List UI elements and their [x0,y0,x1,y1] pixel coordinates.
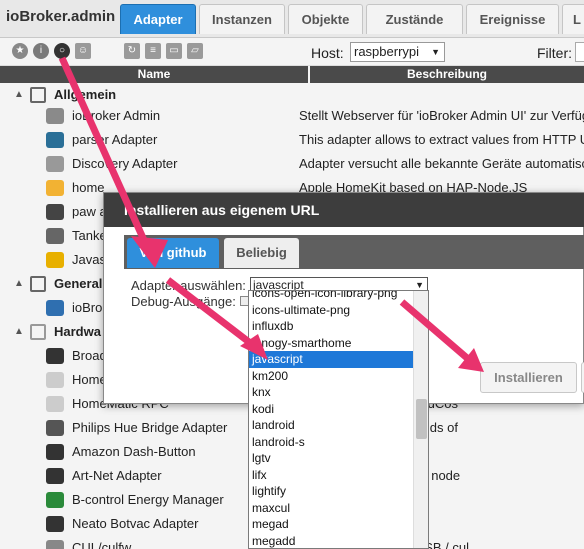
adapter-name: Javas [72,252,106,267]
group-label: General [54,276,103,291]
adapter-description: Adapter versucht alle bekannte Geräte au… [299,156,584,171]
adapter-name: Philips Hue Bridge Adapter [72,420,228,435]
chevron-down-icon: ▼ [431,47,440,57]
dropdown-option[interactable]: landroid-s [249,434,414,451]
adapter-name: Broad [72,348,107,363]
adapter-name: home [72,180,105,195]
adapter-icon [46,468,64,484]
adapter-icon [46,204,64,220]
group-icon [30,87,46,103]
adapter-name: parser Adapter [72,132,158,147]
dropdown-option[interactable]: lifx [249,467,414,484]
adapter-name: Home [72,372,107,387]
filter-input[interactable] [575,42,584,62]
adapter-icon [46,132,64,148]
adapter-icon [46,300,64,316]
adapter-icon [46,372,64,388]
star-icon[interactable]: ★ [12,43,28,59]
adapter-name: paw a [72,204,107,219]
adapter-icon [46,420,64,436]
dropdown-option[interactable]: knx [249,384,414,401]
host-label: Host: [311,45,344,61]
dialog-tabbar: Von github Beliebig [124,235,584,269]
dropdown-scrollbar[interactable] [413,291,428,548]
adapter-name: Art-Net Adapter [72,468,162,483]
adapter-icon [46,444,64,460]
top-bar: ioBroker.admin Adapter Instanzen Objekte… [0,0,584,38]
adapter-name: Discovery Adapter [72,156,178,171]
folder-icon[interactable]: ▭ [166,43,182,59]
adapter-description: This adapter allows to extract values fr… [299,132,584,147]
install-button[interactable]: Installieren [480,362,577,393]
folder-open-icon[interactable]: ▱ [187,43,203,59]
scrollbar-thumb[interactable] [416,399,427,439]
tab-zustaende[interactable]: Zustände [366,4,463,34]
adapter-icon [46,396,64,412]
column-header-name[interactable]: Name [0,66,308,83]
adapter-name: Amazon Dash-Button [72,444,196,459]
toolbar: ★ i ○ ☺ ↻ ≡ ▭ ▱ Host: raspberrypi ▼ Filt… [0,38,584,66]
adapter-dropdown-list[interactable]: icons-open-icon-library-png icons-ultimat… [248,290,429,549]
dropdown-option[interactable]: landroid [249,417,414,434]
dropdown-option[interactable]: icons-open-icon-library-png [249,291,414,302]
refresh-icon[interactable]: ↻ [124,43,140,59]
adapter-name: Neato Botvac Adapter [72,516,199,531]
adapter-icon [46,348,64,364]
adapter-row[interactable]: Discovery Adapter Adapter versucht alle b… [0,152,584,176]
adapter-select-label: Adapter auswählen: [131,278,246,293]
app-title: ioBroker.admin [6,8,116,25]
tab-beliebig[interactable]: Beliebig [224,238,299,268]
dropdown-option[interactable]: influxdb [249,318,414,335]
adapter-icon [46,108,64,124]
dropdown-option[interactable]: maxcul [249,500,414,517]
adapter-row[interactable]: ioBroker Admin Stellt Webserver für 'ioBr… [0,104,584,128]
github-icon[interactable]: ○ [54,43,70,59]
adapter-icon [46,252,64,268]
dropdown-option[interactable]: megadd [249,533,414,549]
dropdown-option[interactable]: megad [249,516,414,533]
collapse-icon[interactable]: ▲ [14,320,24,344]
dropdown-option[interactable]: lightify [249,483,414,500]
adapter-description: Stellt Webserver für 'ioBroker Admin UI'… [299,108,584,123]
adapter-icon [46,156,64,172]
tab-objekte[interactable]: Objekte [288,4,363,34]
column-header-description[interactable]: Beschreibung [310,66,584,83]
dialog-title: Installieren aus eigenem URL [104,193,584,227]
adapter-row[interactable]: parser Adapter This adapter allows to ext… [0,128,584,152]
collapse-icon[interactable]: ▲ [14,272,24,296]
tab-instanzen[interactable]: Instanzen [199,4,285,34]
dropdown-option[interactable]: icons-ultimate-png [249,302,414,319]
adapter-name: CUL/culfw [72,540,132,549]
tab-adapter[interactable]: Adapter [120,4,196,34]
dropdown-option[interactable]: km200 [249,368,414,385]
host-select[interactable]: raspberrypi ▼ [350,42,445,62]
user-icon[interactable]: ☺ [75,43,91,59]
host-value: raspberrypi [354,44,420,59]
group-label: Hardwa [54,324,101,339]
dropdown-option[interactable]: innogy-smarthome [249,335,414,352]
adapter-icon [46,492,64,508]
group-icon [30,324,46,340]
adapter-name: ioBroker Admin [72,108,161,123]
dropdown-option[interactable]: javascript [249,351,414,368]
dropdown-option[interactable]: kodi [249,401,414,418]
group-icon [30,276,46,292]
adapter-icon [46,516,64,532]
filter-label: Filter: [537,45,572,61]
adapter-name: B-control Energy Manager [72,492,224,507]
dropdown-option[interactable]: lgtv [249,450,414,467]
tab-von-github[interactable]: Von github [127,238,219,268]
info-icon[interactable]: i [33,43,49,59]
debug-output-label: Debug-Ausgänge: [131,294,236,309]
adapter-name: Tanke [72,228,107,243]
tab-ereignisse[interactable]: Ereignisse [466,4,559,34]
adapter-icon [46,540,64,549]
adapter-name: ioBro [72,300,103,315]
adapter-icon [46,180,64,196]
adapter-icon [46,228,64,244]
tab-more[interactable]: L [562,4,584,34]
list-icon[interactable]: ≡ [145,43,161,59]
